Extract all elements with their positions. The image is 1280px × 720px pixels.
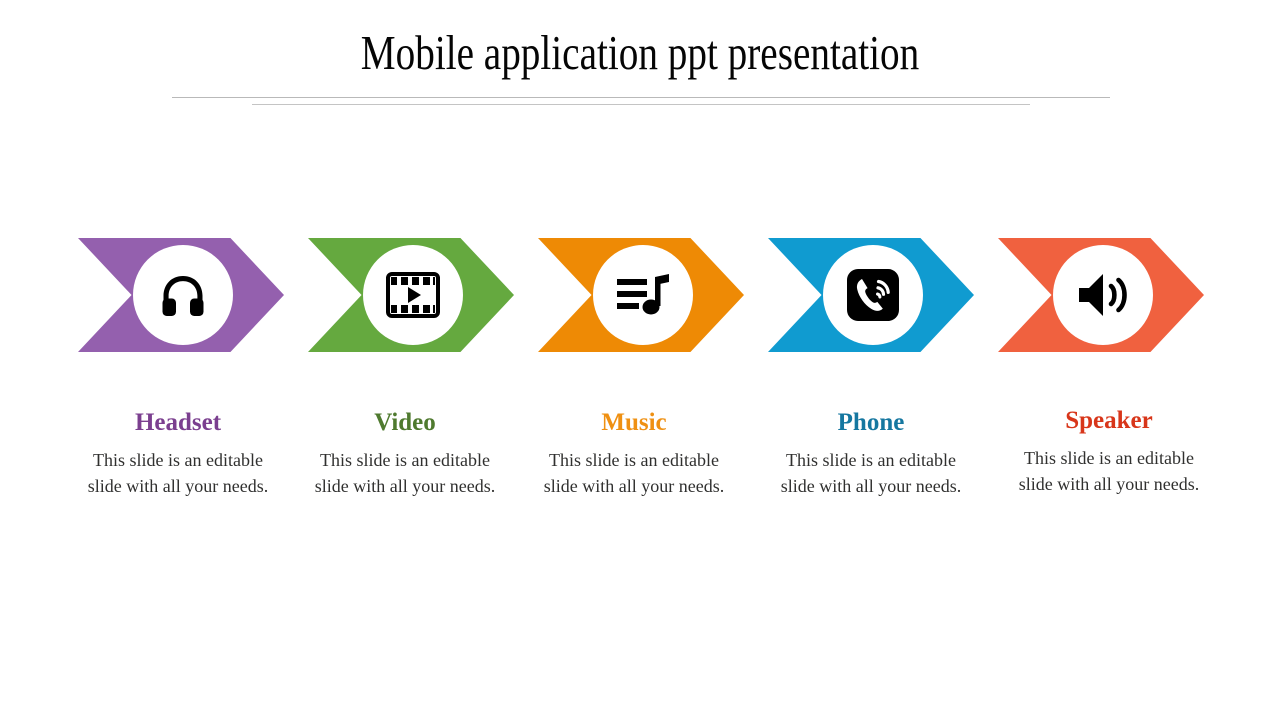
column-heading-video: Video: [374, 409, 436, 436]
column-heading-phone: Phone: [837, 409, 905, 436]
text-column-music: Music This slide is an editable slide wi…: [535, 408, 733, 499]
chevron-item-music[interactable]: [538, 238, 744, 352]
chevron-item-speaker[interactable]: [998, 238, 1204, 352]
column-body-speaker: This slide is an editable slide with all…: [1018, 448, 1200, 494]
icon-circle-music: [593, 245, 693, 345]
icon-circle-headset: [133, 245, 233, 345]
headphones-icon: [155, 267, 211, 323]
icon-circle-speaker: [1053, 245, 1153, 345]
column-heading-music: Music: [601, 409, 667, 436]
chevron-item-phone[interactable]: [768, 238, 974, 352]
icon-circle-video: [363, 245, 463, 345]
film-play-icon: [386, 272, 440, 318]
column-body-video: This slide is an editable slide with all…: [314, 450, 496, 496]
column-body-music: This slide is an editable slide with all…: [543, 450, 725, 496]
phone-call-icon: [845, 267, 901, 323]
icon-circle-phone: [823, 245, 923, 345]
page-title: Mobile application ppt presentation: [360, 25, 920, 80]
slide-canvas: Mobile application ppt presentation Head…: [0, 0, 1280, 720]
chevron-item-headset[interactable]: [78, 238, 284, 352]
column-heading-speaker: Speaker: [1065, 407, 1153, 434]
text-column-video: Video This slide is an editable slide wi…: [306, 408, 504, 499]
title-divider-bottom: [252, 104, 1030, 105]
chevron-item-video[interactable]: [308, 238, 514, 352]
speaker-volume-icon: [1075, 270, 1131, 320]
chevron-row: [0, 238, 1280, 358]
column-body-headset: This slide is an editable slide with all…: [87, 450, 269, 496]
text-column-headset: Headset This slide is an editable slide …: [78, 408, 278, 499]
music-playlist-icon: [615, 270, 671, 320]
title-divider-top: [172, 97, 1110, 98]
column-heading-headset: Headset: [134, 409, 222, 436]
title-block: Mobile application ppt presentation: [0, 22, 1280, 84]
text-column-speaker: Speaker This slide is an editable slide …: [1010, 406, 1208, 497]
column-body-phone: This slide is an editable slide with all…: [780, 450, 962, 496]
text-column-phone: Phone This slide is an editable slide wi…: [772, 408, 970, 499]
